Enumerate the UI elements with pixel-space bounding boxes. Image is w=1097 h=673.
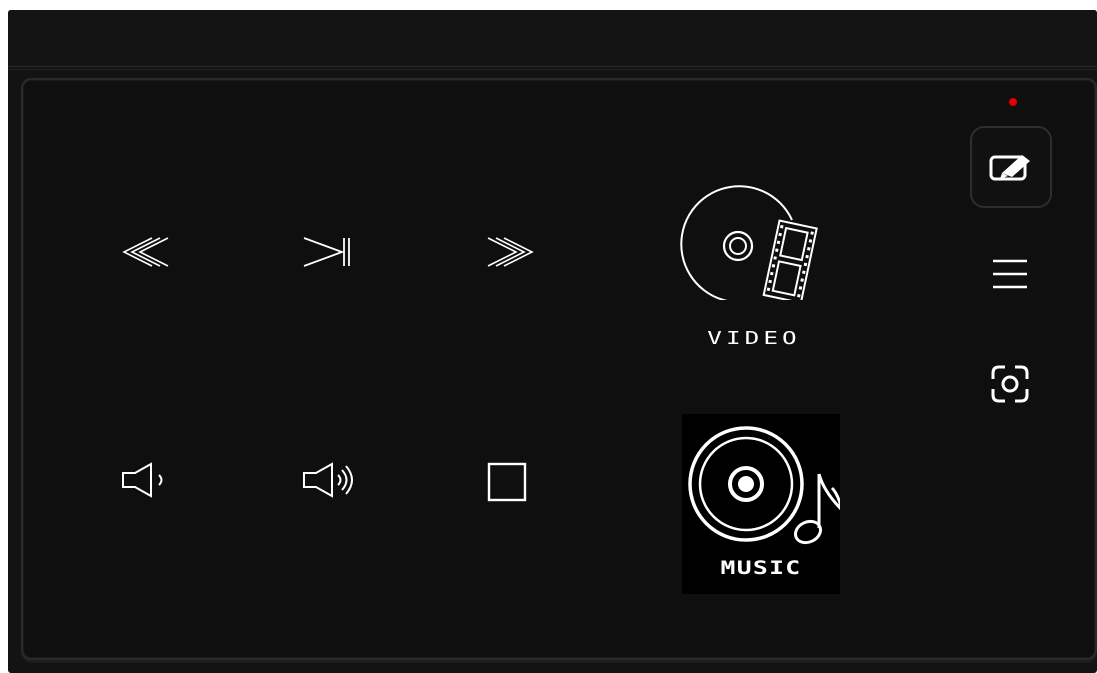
top-bar <box>8 10 1097 70</box>
device-frame: VIDEO MUSIC <box>8 10 1097 673</box>
draw-button[interactable] <box>970 126 1052 208</box>
video-label: VIDEO <box>707 328 801 349</box>
hamburger-menu-icon <box>993 259 1027 289</box>
music-label: MUSIC <box>720 557 802 579</box>
video-button[interactable]: VIDEO <box>674 180 834 350</box>
pen-tablet-icon <box>989 155 1030 181</box>
screenshot-button[interactable] <box>986 362 1034 406</box>
stop-button[interactable] <box>482 458 532 506</box>
volume-down-icon <box>122 462 163 498</box>
menu-button[interactable] <box>986 254 1034 294</box>
rewind-icon <box>122 237 169 267</box>
fast-forward-button[interactable] <box>473 232 543 272</box>
rewind-button[interactable] <box>113 232 183 272</box>
fast-forward-icon <box>487 237 534 267</box>
status-indicator <box>1009 98 1017 106</box>
video-disc-icon <box>680 185 818 300</box>
camera-focus-icon <box>991 365 1029 403</box>
play-pause-button[interactable] <box>293 232 363 272</box>
volume-up-button[interactable] <box>293 458 369 502</box>
volume-down-button[interactable] <box>108 458 178 502</box>
play-pause-icon <box>303 237 350 267</box>
volume-up-icon <box>303 462 353 498</box>
music-button[interactable]: MUSIC <box>682 414 840 594</box>
remote-panel <box>21 78 1097 660</box>
stop-icon <box>487 462 527 502</box>
music-disc-icon <box>688 426 840 545</box>
